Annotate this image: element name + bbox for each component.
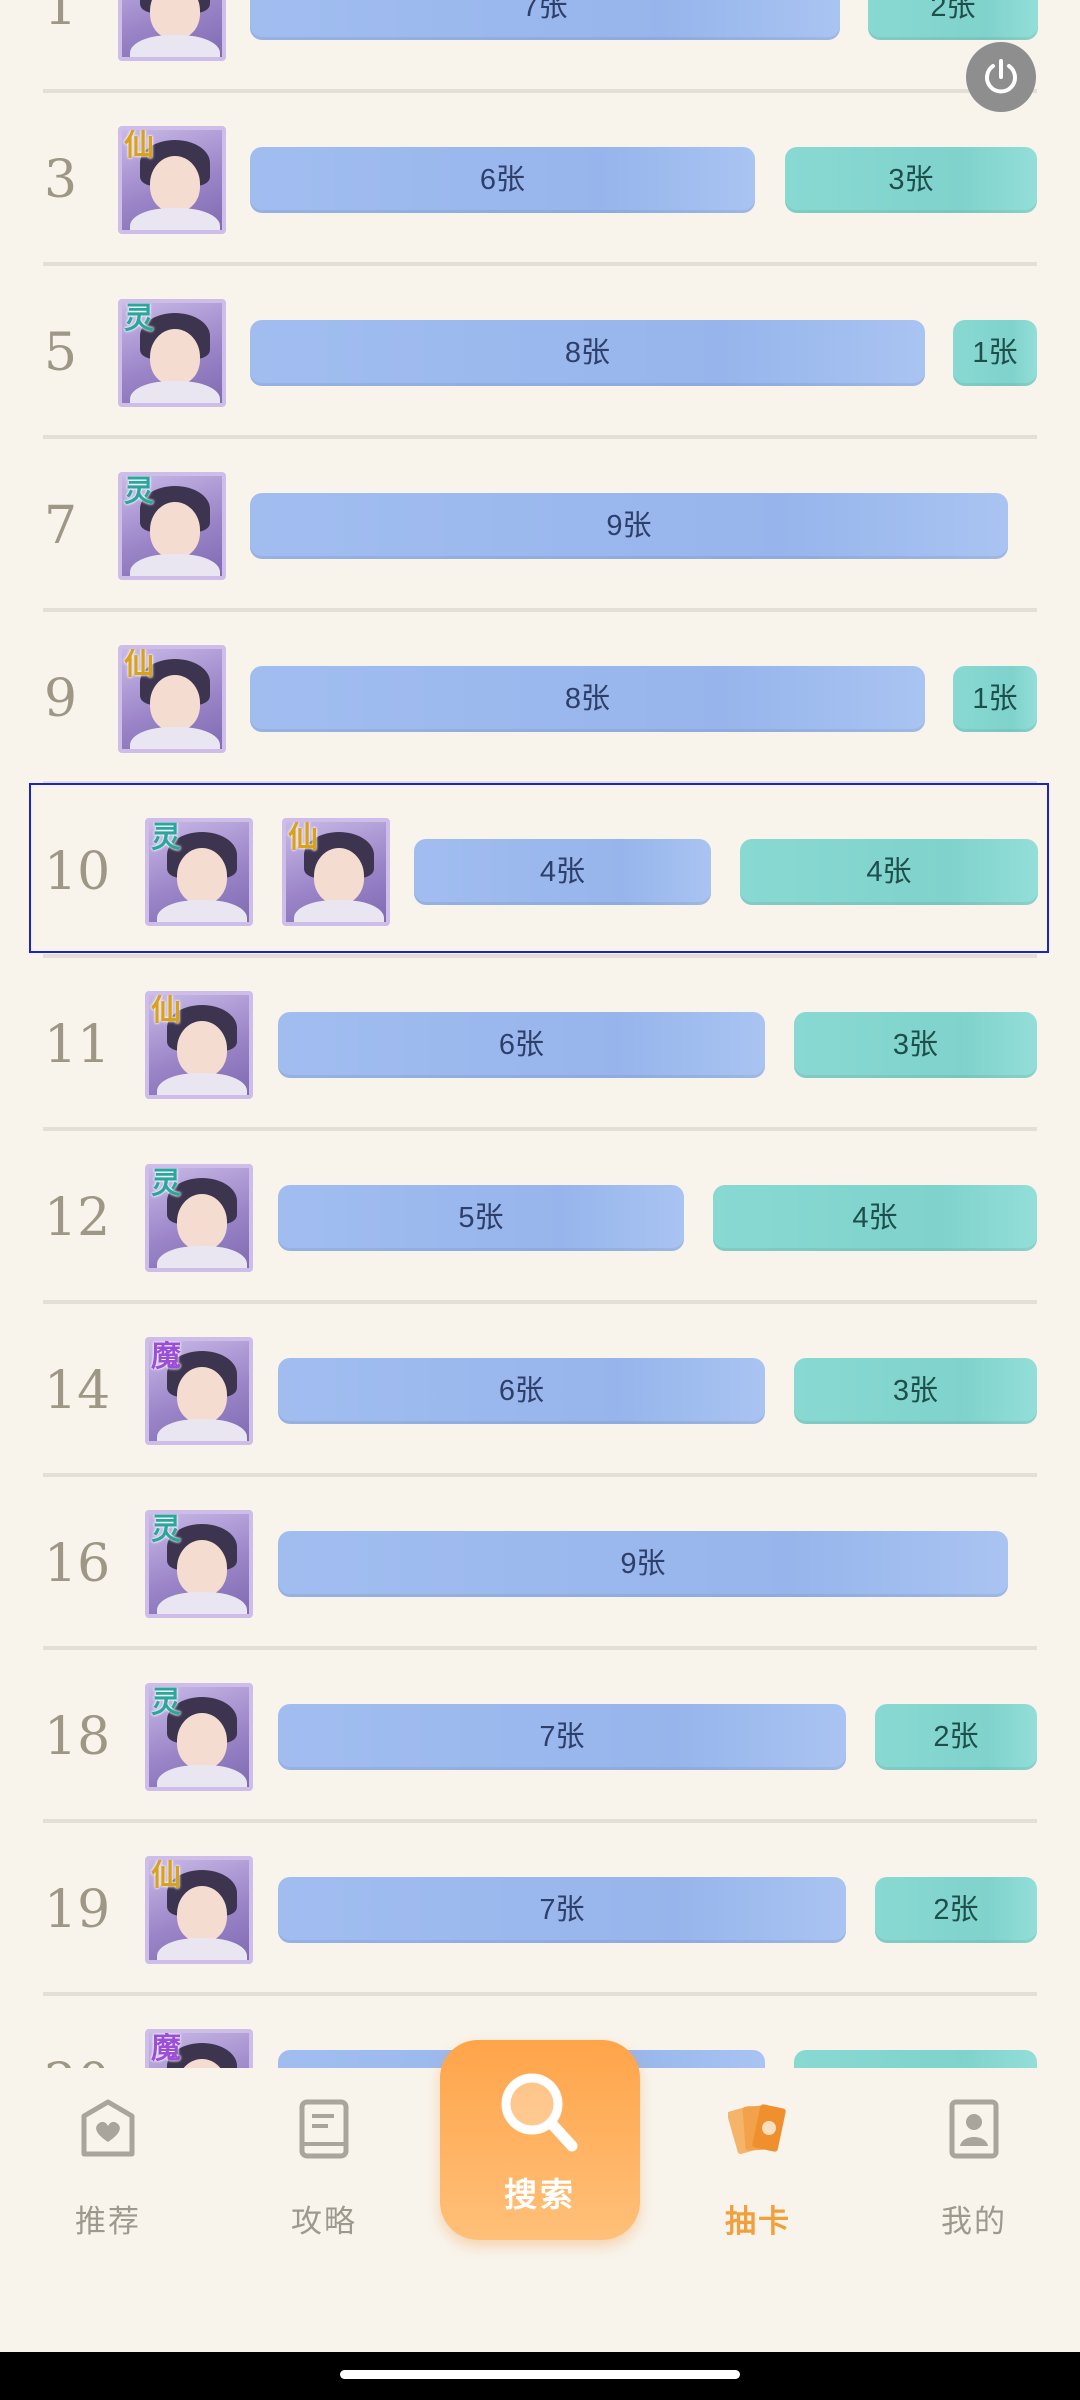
character-avatar[interactable]: 魔 <box>145 2028 253 2068</box>
card-count-bar-secondary[interactable]: 4张 <box>740 838 1038 905</box>
card-count-bar-secondary[interactable]: 1张 <box>953 665 1037 732</box>
card-count-bar-secondary[interactable]: 2张 <box>875 1876 1037 1943</box>
row-number: 19 <box>44 1879 111 1940</box>
list-item[interactable]: 19 仙 7张 2张 <box>0 1823 1080 1996</box>
nav-recommend[interactable]: 推荐 <box>38 2068 178 2268</box>
row-number: 11 <box>44 1014 111 1075</box>
character-avatar[interactable]: 灵 <box>145 817 253 926</box>
cards-icon <box>728 2104 786 2155</box>
element-badge: 仙 <box>151 992 181 1028</box>
card-count-bar-secondary[interactable]: 2张 <box>868 0 1038 40</box>
card-count-bar-secondary[interactable]: 3张 <box>794 1011 1037 1078</box>
power-icon <box>985 59 1017 94</box>
element-badge: 仙 <box>151 1857 181 1893</box>
row-number: 14 <box>44 1360 111 1421</box>
card-list-viewport[interactable]: 1 7张 2张 3 仙 6张 3张 5 灵 8张 1张 7 灵 9张 9 仙 8张 1张 10 灵仙 4张 4张 11 仙 6张… <box>0 0 1080 2068</box>
card-count-bar-primary[interactable]: 8张 <box>250 319 925 386</box>
nav-guide-label: 攻略 <box>291 2204 357 2239</box>
card-count-bar-primary[interactable]: 7张 <box>278 1703 846 1770</box>
nav-recommend-label: 推荐 <box>75 2204 141 2239</box>
card-count-bar-secondary[interactable]: 4张 <box>713 1184 1037 1251</box>
character-avatar[interactable]: 仙 <box>282 817 390 926</box>
row-number: 10 <box>44 841 111 902</box>
card-count-bar-secondary[interactable]: 3张 <box>785 146 1037 213</box>
list-item[interactable]: 1 7张 2张 <box>0 0 1080 93</box>
card-list: 1 7张 2张 3 仙 6张 3张 5 灵 8张 1张 7 灵 9张 9 仙 8张 1张 10 灵仙 4张 4张 11 仙 6张… <box>0 0 1080 2068</box>
guide-book-icon <box>299 2099 349 2159</box>
element-badge: 仙 <box>288 819 318 855</box>
character-avatar[interactable]: 仙 <box>145 1855 253 1964</box>
card-count-bar-secondary[interactable] <box>794 2049 1037 2068</box>
profile-icon <box>949 2099 999 2159</box>
nav-draw-cards[interactable]: 抽卡 <box>688 2068 828 2268</box>
home-indicator[interactable] <box>340 2370 740 2379</box>
element-badge: 仙 <box>124 127 154 163</box>
card-count-bar-primary[interactable]: 4张 <box>414 838 711 905</box>
character-avatar[interactable]: 仙 <box>145 990 253 1099</box>
card-count-bar-secondary[interactable]: 2张 <box>875 1703 1037 1770</box>
element-badge: 灵 <box>151 1684 181 1720</box>
card-count-bar-primary[interactable]: 6张 <box>250 146 755 213</box>
character-avatar[interactable]: 灵 <box>145 1682 253 1791</box>
card-count-bar-primary[interactable]: 8张 <box>250 665 925 732</box>
row-number: 12 <box>44 1187 111 1248</box>
bottom-nav: 推荐 攻略 搜索 抽卡 我的 <box>0 2040 1080 2352</box>
character-avatar[interactable] <box>118 0 226 61</box>
search-icon <box>501 2073 578 2152</box>
element-badge: 灵 <box>124 473 154 509</box>
power-button[interactable] <box>966 42 1036 112</box>
row-number: 9 <box>44 668 78 729</box>
element-badge: 仙 <box>124 646 154 682</box>
row-number: 7 <box>44 495 78 556</box>
character-avatar[interactable]: 仙 <box>118 125 226 234</box>
system-nav-bar <box>0 2352 1080 2400</box>
element-badge: 魔 <box>151 1338 181 1374</box>
row-number: 18 <box>44 1706 111 1767</box>
card-count-bar-primary[interactable]: 9张 <box>278 1530 1008 1597</box>
list-item[interactable]: 5 灵 8张 1张 <box>0 266 1080 439</box>
list-item[interactable]: 18 灵 7张 2张 <box>0 1650 1080 1823</box>
character-avatar[interactable]: 魔 <box>145 1336 253 1445</box>
character-avatar[interactable]: 灵 <box>145 1509 253 1618</box>
element-badge: 魔 <box>151 2030 181 2066</box>
nav-mine[interactable]: 我的 <box>904 2068 1044 2268</box>
nav-mine-label: 我的 <box>941 2204 1007 2239</box>
list-item[interactable]: 16 灵 9张 <box>0 1477 1080 1650</box>
row-number: 20 <box>44 2053 110 2069</box>
element-badge: 灵 <box>151 1165 181 1201</box>
row-number: 16 <box>44 1533 111 1594</box>
character-avatar[interactable]: 灵 <box>118 471 226 580</box>
list-item[interactable]: 7 灵 9张 <box>0 439 1080 612</box>
list-item[interactable]: 9 仙 8张 1张 <box>0 612 1080 785</box>
card-count-bar-primary[interactable]: 7张 <box>278 1876 846 1943</box>
row-number: 5 <box>44 322 78 383</box>
nav-search[interactable]: 搜索 <box>440 2040 640 2240</box>
character-avatar[interactable]: 灵 <box>145 1163 253 1272</box>
card-count-bar-primary[interactable]: 6张 <box>278 1357 765 1424</box>
list-item[interactable]: 12 灵 5张 4张 <box>0 1131 1080 1304</box>
list-item[interactable]: 14 魔 6张 3张 <box>0 1304 1080 1477</box>
list-item[interactable]: 3 仙 6张 3张 <box>0 93 1080 266</box>
card-count-bar-secondary[interactable]: 1张 <box>953 319 1037 386</box>
element-badge: 灵 <box>151 819 181 855</box>
character-avatar[interactable]: 灵 <box>118 298 226 407</box>
card-count-bar-secondary[interactable]: 3张 <box>794 1357 1037 1424</box>
nav-draw-cards-label: 抽卡 <box>725 2204 791 2239</box>
card-count-bar-primary[interactable]: 9张 <box>250 492 1008 559</box>
card-count-bar-primary[interactable]: 5张 <box>278 1184 684 1251</box>
nav-guide[interactable]: 攻略 <box>254 2068 394 2268</box>
row-number: 3 <box>44 149 78 210</box>
list-item[interactable]: 10 灵 仙 4张 4张 <box>0 783 1080 958</box>
nav-search-label: 搜索 <box>504 2176 576 2213</box>
element-badge: 灵 <box>151 1511 181 1547</box>
card-count-bar-primary[interactable]: 6张 <box>278 1011 765 1078</box>
card-count-bar-primary[interactable]: 7张 <box>250 0 840 40</box>
list-item[interactable]: 11 仙 6张 3张 <box>0 958 1080 1131</box>
character-avatar[interactable]: 仙 <box>118 644 226 753</box>
element-badge: 灵 <box>124 300 154 336</box>
row-number: 1 <box>44 0 78 37</box>
heart-book-icon <box>81 2099 135 2157</box>
